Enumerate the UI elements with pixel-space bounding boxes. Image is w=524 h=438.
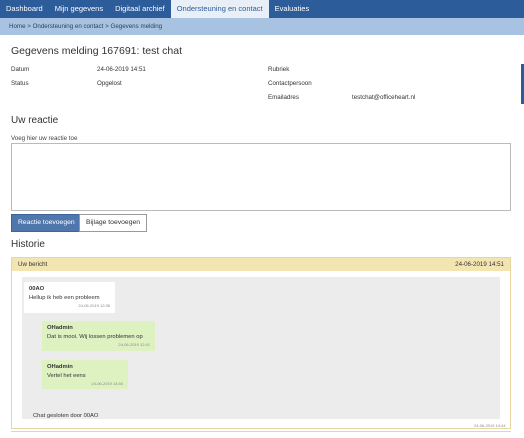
- panel-date: 24-06-2019 14:51: [455, 261, 504, 268]
- chat-message: OHadmin Vertel het eens 24-06-2019 14:50: [42, 360, 128, 389]
- reply-field-label: Voeg hier uw reactie toe: [11, 135, 78, 142]
- panel-label: Uw bericht: [18, 261, 48, 268]
- message-text: Vertel het eens: [47, 373, 86, 379]
- message-time: 24-06-2019 14:50: [91, 381, 123, 386]
- breadcrumb-separator: >: [25, 23, 33, 30]
- message-author: OHadmin: [47, 364, 73, 370]
- tab-ondersteuning-en-contact[interactable]: Ondersteuning en contact: [170, 0, 269, 18]
- breadcrumb-current: Gegevens melding: [110, 23, 163, 30]
- message-time: 24-06-2019 12:36: [78, 303, 110, 308]
- message-author: OHadmin: [47, 325, 73, 331]
- top-navigation: Dashboard Mijn gegevens Digitaal archief…: [0, 0, 524, 18]
- datum-label: Datum: [11, 66, 30, 73]
- contactpersoon-label: Contactpersoon: [268, 80, 312, 87]
- message-time: 24-06-2019 12:41: [118, 342, 150, 347]
- chat-message: OHadmin Dat is mooi. Wij lossen probleme…: [42, 321, 155, 351]
- emailadres-label: Emailadres: [268, 94, 299, 101]
- tab-mijn-gegevens[interactable]: Mijn gegevens: [49, 0, 109, 18]
- add-reply-button[interactable]: Reactie toevoegen: [11, 214, 82, 232]
- history-panel: Uw bericht 24-06-2019 14:51 00AO Hellup …: [11, 257, 511, 429]
- chat-message: 00AO Hellup ik heb een probleem 24-06-20…: [24, 282, 115, 313]
- breadcrumb-separator: >: [103, 23, 111, 30]
- rubriek-label: Rubriek: [268, 66, 290, 73]
- tab-evaluaties[interactable]: Evaluaties: [269, 0, 316, 18]
- divider: [11, 431, 511, 432]
- message-author: 00AO: [29, 286, 45, 292]
- reply-textarea[interactable]: [11, 143, 511, 211]
- page-title: Gegevens melding 167691: test chat: [11, 45, 183, 57]
- message-text: Hellup ik heb een probleem: [29, 295, 100, 301]
- breadcrumb-ondersteuning[interactable]: Ondersteuning en contact: [33, 23, 104, 30]
- chat-closed-time: 24-06-2019 14:44: [474, 423, 506, 428]
- tab-dashboard[interactable]: Dashboard: [0, 0, 49, 18]
- breadcrumb-home[interactable]: Home: [9, 23, 26, 30]
- add-attachment-button[interactable]: Bijlage toevoegen: [79, 214, 148, 232]
- history-heading: Historie: [11, 239, 45, 250]
- history-panel-header: Uw bericht 24-06-2019 14:51: [12, 258, 510, 271]
- reply-heading: Uw reactie: [11, 115, 59, 126]
- status-label: Status: [11, 80, 29, 87]
- emailadres-value: testchat@officeheart.nl: [352, 94, 416, 101]
- status-value: Opgelost: [97, 80, 122, 87]
- datum-value: 24-06-2019 14:51: [97, 66, 146, 73]
- tab-digitaal-archief[interactable]: Digitaal archief: [109, 0, 171, 18]
- chat-log: 00AO Hellup ik heb een probleem 24-06-20…: [22, 277, 506, 428]
- message-text: Dat is mooi. Wij lossen problemen op: [47, 334, 143, 340]
- chat-closed-notice: Chat gesloten door 00AO: [33, 413, 99, 419]
- breadcrumb: Home > Ondersteuning en contact > Gegeve…: [0, 18, 524, 35]
